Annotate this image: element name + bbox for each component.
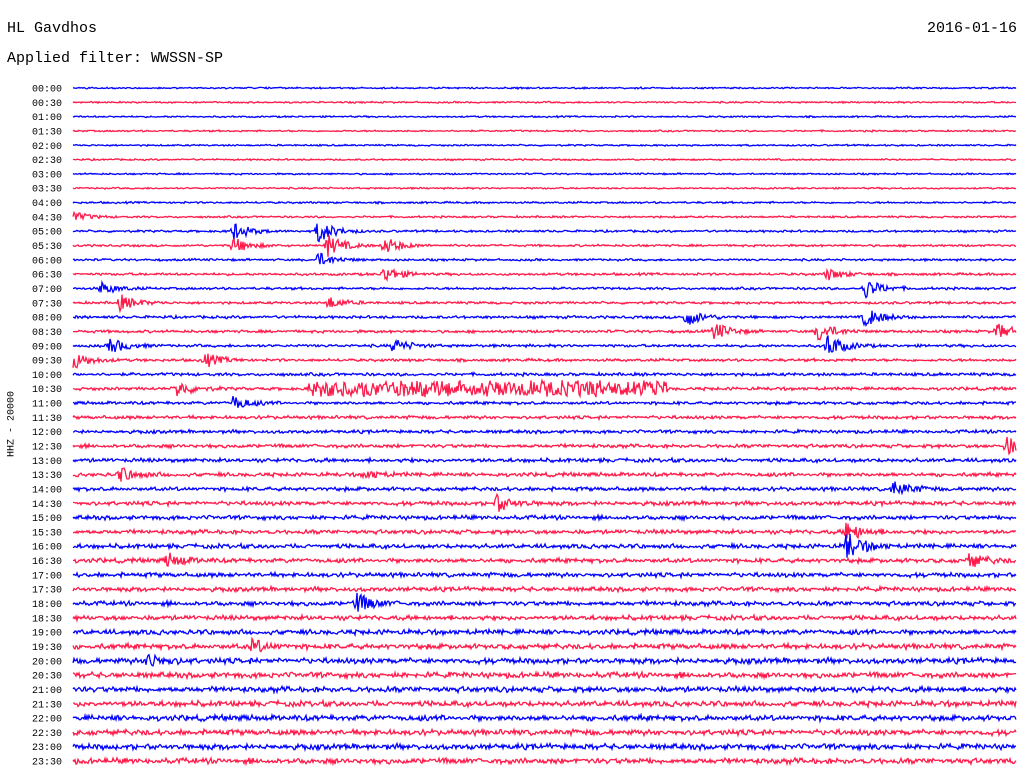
trace-line	[72, 353, 1017, 369]
time-tick-label: 05:00	[32, 228, 62, 239]
trace-line	[72, 252, 1017, 265]
trace-line	[72, 592, 1017, 612]
time-tick-label: 07:00	[32, 285, 62, 296]
time-tick-label: 22:00	[32, 715, 62, 726]
time-tick-label: 19:30	[32, 643, 62, 654]
time-tick-label: 10:30	[32, 385, 62, 396]
trace-line	[72, 698, 1017, 710]
helicorder-plot: 00:00 00:30 01:00 01:30 02:00 02:30 03:00 03:30…	[32, 85, 1017, 769]
trace-line	[72, 533, 1017, 558]
time-tick-label: 09:00	[32, 342, 62, 353]
time-tick-label: 22:30	[32, 729, 62, 740]
trace-line	[72, 612, 1017, 623]
time-tick-label: 16:30	[32, 557, 62, 568]
time-tick-label: 03:30	[32, 185, 62, 196]
trace-line	[72, 741, 1017, 753]
time-tick-label: 13:00	[32, 457, 62, 468]
trace-line	[72, 335, 1017, 353]
trace-line	[72, 755, 1017, 767]
trace-line	[72, 200, 1017, 205]
trace-line	[72, 636, 1017, 653]
trace-line	[72, 143, 1017, 148]
trace-line	[72, 114, 1017, 119]
time-tick-label: 09:30	[32, 357, 62, 368]
time-tick-label: 19:00	[32, 629, 62, 640]
trace-line	[72, 584, 1017, 594]
time-tick-label: 18:30	[32, 614, 62, 625]
time-tick-labels: 00:00 00:30 01:00 01:30 02:00 02:30 03:00 03:30…	[32, 85, 62, 769]
trace-line	[72, 455, 1017, 465]
time-tick-label: 13:30	[32, 471, 62, 482]
time-tick-label: 02:00	[32, 142, 62, 153]
trace-line	[72, 171, 1017, 176]
time-tick-label: 11:00	[32, 400, 62, 411]
time-tick-label: 20:00	[32, 657, 62, 668]
trace-line	[72, 481, 1017, 496]
time-tick-label: 05:30	[32, 242, 62, 253]
time-tick-label: 23:30	[32, 758, 62, 769]
trace-line	[72, 128, 1017, 133]
trace-line	[72, 513, 1017, 523]
time-tick-label: 11:30	[32, 414, 62, 425]
trace-line	[72, 267, 1017, 283]
time-tick-label: 00:00	[32, 85, 62, 96]
time-tick-label: 02:30	[32, 156, 62, 167]
trace-line	[72, 467, 1017, 482]
time-tick-label: 01:30	[32, 127, 62, 138]
trace-line	[72, 570, 1017, 580]
time-tick-label: 21:00	[32, 686, 62, 697]
time-tick-label: 06:00	[32, 256, 62, 267]
time-tick-label: 00:30	[32, 99, 62, 110]
time-tick-label: 08:00	[32, 314, 62, 325]
time-tick-label: 18:00	[32, 600, 62, 611]
trace-line	[72, 86, 1017, 91]
time-tick-label: 17:00	[32, 571, 62, 582]
time-tick-label: 21:30	[32, 700, 62, 711]
trace-line	[72, 100, 1017, 105]
trace-line	[72, 279, 1017, 299]
time-tick-label: 12:00	[32, 428, 62, 439]
time-tick-label: 14:30	[32, 500, 62, 511]
trace-line	[72, 436, 1017, 456]
time-tick-label: 10:00	[32, 371, 62, 382]
time-tick-label: 06:30	[32, 271, 62, 282]
trace-line	[72, 653, 1017, 667]
trace-line	[72, 223, 1017, 243]
trace-line	[72, 235, 1017, 257]
time-tick-label: 15:30	[32, 528, 62, 539]
time-tick-label: 03:00	[32, 170, 62, 181]
time-tick-label: 20:30	[32, 672, 62, 683]
trace-line	[72, 378, 1017, 399]
trace-line	[72, 157, 1017, 162]
time-tick-label: 08:30	[32, 328, 62, 339]
time-tick-label: 01:00	[32, 113, 62, 124]
trace-line	[72, 684, 1017, 695]
trace-line	[72, 712, 1017, 724]
time-tick-label: 12:30	[32, 443, 62, 454]
trace-line	[72, 396, 1017, 408]
time-tick-label: 15:00	[32, 514, 62, 525]
trace-line	[72, 670, 1017, 681]
trace-line	[72, 323, 1017, 341]
trace-line	[72, 210, 1017, 221]
trace-line	[72, 428, 1017, 436]
trace-line	[72, 522, 1017, 540]
time-tick-label: 04:30	[32, 213, 62, 224]
trace-line	[72, 552, 1017, 568]
trace-line	[72, 294, 1017, 314]
trace-line	[72, 370, 1017, 378]
trace-line	[72, 627, 1017, 638]
time-tick-label: 17:30	[32, 586, 62, 597]
trace-line	[72, 727, 1017, 738]
trace-line	[72, 186, 1017, 191]
time-tick-label: 14:00	[32, 485, 62, 496]
trace-line	[72, 413, 1017, 422]
trace-line	[72, 310, 1017, 328]
seismic-traces	[72, 86, 1017, 767]
trace-line	[72, 492, 1017, 512]
time-tick-label: 04:00	[32, 199, 62, 210]
time-tick-label: 16:00	[32, 543, 62, 554]
time-tick-label: 23:00	[32, 743, 62, 754]
time-tick-label: 07:30	[32, 299, 62, 310]
